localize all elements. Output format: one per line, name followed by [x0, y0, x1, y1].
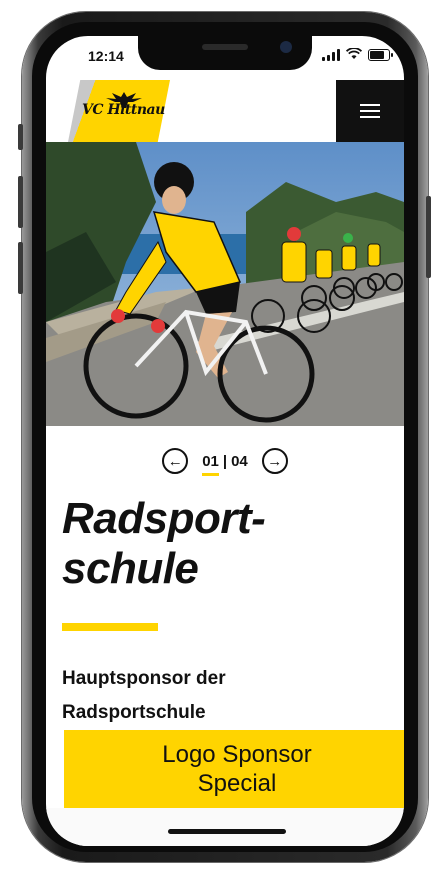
sponsor-logo-placeholder[interactable]: Logo Sponsor Special: [64, 730, 404, 808]
front-camera: [280, 41, 292, 53]
notch: [138, 36, 312, 70]
status-time: 12:14: [88, 48, 124, 64]
page-title: Radsport- schule: [62, 494, 266, 593]
next-slide-button[interactable]: →: [261, 448, 288, 474]
hamburger-menu-icon: [360, 103, 380, 119]
phone-volume-up: [18, 176, 23, 228]
pager-count: 01 | 04: [202, 452, 248, 476]
phone-screen: 12:14 VC Hittnau ← 01 | 04 → Radsport- s…: [46, 36, 404, 846]
status-icons: [322, 47, 393, 62]
title-underline: [62, 623, 158, 631]
phone-volume-down: [18, 242, 23, 294]
phone-power-button: [426, 196, 431, 278]
pager-total: 04: [231, 452, 248, 470]
phone-silent-switch: [18, 124, 23, 150]
arrow-right-icon: →: [267, 452, 283, 470]
bottom-strip: [46, 808, 404, 846]
pager-current: 01: [202, 452, 219, 476]
site-header: VC Hittnau: [46, 80, 404, 142]
home-indicator[interactable]: [168, 829, 286, 834]
menu-button[interactable]: [336, 80, 404, 142]
hero-image: [46, 142, 404, 426]
pager-separator: |: [222, 452, 228, 470]
logo-text: VC Hittnau: [82, 102, 165, 118]
slider-pager: ← 01 | 04 →: [46, 446, 404, 476]
speaker-grille: [202, 44, 248, 50]
sponsor-heading: Hauptsponsor der Radsportschule: [62, 668, 226, 723]
battery-icon: [368, 49, 393, 61]
arrow-left-icon: ←: [167, 452, 183, 470]
prev-slide-button[interactable]: ←: [162, 448, 189, 474]
wifi-icon: [345, 47, 363, 62]
signal-icon: [322, 49, 340, 61]
